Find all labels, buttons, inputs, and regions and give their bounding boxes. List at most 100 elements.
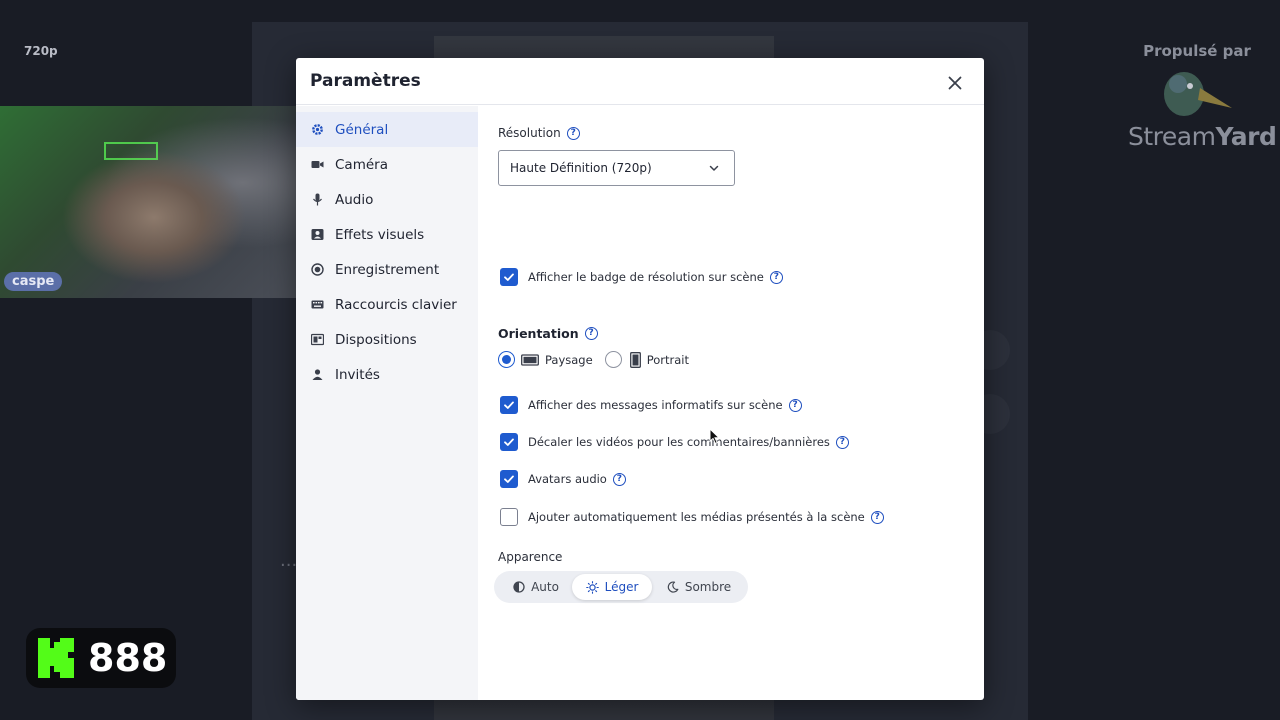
help-icon[interactable]: ? [584, 327, 598, 340]
nav-label: Général [335, 121, 389, 138]
appearance-light-button[interactable]: Léger [572, 574, 652, 600]
checkbox-label: Décaler les vidéos pour les commentaires… [528, 435, 849, 449]
camera-name-tag: caspe [4, 272, 63, 291]
nav-item-visual-effects[interactable]: Effets visuels [296, 217, 478, 252]
microphone-icon [311, 193, 324, 206]
gear-icon [311, 123, 324, 136]
nav-item-general[interactable]: Général [296, 112, 478, 147]
brand-name: StreamYard [1128, 122, 1277, 151]
camera-tile: caspe [0, 106, 296, 298]
auto-add-media-checkbox[interactable]: Ajouter automatiquement les médias prése… [500, 508, 884, 526]
nav-label: Audio [335, 191, 374, 208]
person-icon [311, 368, 324, 381]
portrait-label: Portrait [646, 352, 689, 367]
nav-item-camera[interactable]: Caméra [296, 147, 478, 182]
orientation-title: Orientation ? [498, 326, 598, 341]
checkbox-label: Afficher des messages informatifs sur sc… [528, 398, 802, 412]
radio-landscape[interactable] [498, 351, 515, 368]
landscape-icon [521, 353, 539, 366]
checkbox-label-text: Avatars audio [528, 472, 607, 486]
appearance-dark-button[interactable]: Sombre [654, 574, 744, 600]
appearance-toggle: Auto Léger Sombre [494, 571, 748, 603]
checkmark-icon [504, 401, 514, 409]
portrait-orientation-icon [629, 351, 641, 368]
appearance-dark-label: Sombre [684, 580, 732, 594]
layout-icon [311, 333, 324, 346]
checkbox-label-text: Décaler les vidéos pour les commentaires… [528, 435, 830, 449]
checkbox-label: Ajouter automatiquement les médias prése… [528, 510, 884, 524]
help-icon[interactable]: ? [769, 270, 783, 284]
mouse-cursor-icon [709, 428, 721, 445]
settings-dialog: Paramètres Général Caméra Audio Effets v… [296, 58, 984, 700]
nav-item-keyboard-shortcuts[interactable]: Raccourcis clavier [296, 287, 478, 322]
close-icon [948, 76, 962, 90]
more-options-icon: ··· [280, 555, 298, 576]
appearance-light-label: Léger [604, 580, 639, 594]
settings-content: Résolution ? Haute Définition (720p) Aff… [478, 106, 984, 700]
resolution-select[interactable]: Haute Définition (720p) [498, 150, 735, 186]
checkbox-label: Afficher le badge de résolution sur scèn… [528, 270, 783, 284]
dialog-header: Paramètres [296, 58, 984, 105]
checkbox-checked[interactable] [500, 396, 518, 414]
help-icon[interactable]: ? [612, 472, 626, 486]
neon-sign [104, 142, 158, 160]
kick-logo-icon [38, 638, 74, 678]
checkmark-icon [504, 273, 514, 281]
moon-icon [667, 581, 679, 593]
checkbox-checked[interactable] [500, 268, 518, 286]
resolution-label-text: Résolution [498, 126, 561, 140]
checkbox-label-text: Afficher le badge de résolution sur scèn… [528, 270, 764, 284]
checkbox-unchecked[interactable] [500, 508, 518, 526]
help-icon[interactable]: ? [835, 435, 849, 449]
nav-label: Enregistrement [335, 261, 440, 278]
landscape-label: Paysage [545, 352, 593, 367]
contrast-icon [513, 581, 525, 593]
appearance-auto-button[interactable]: Auto [500, 574, 572, 600]
keyboard-icon [311, 298, 324, 311]
help-icon[interactable]: ? [870, 510, 884, 524]
resolution-badge: 720p [24, 44, 58, 58]
checkbox-checked[interactable] [500, 433, 518, 451]
checkbox-label: Avatars audio ? [528, 472, 626, 486]
nav-label: Caméra [335, 156, 388, 173]
brand-name-regular: Stream [1128, 122, 1216, 151]
appearance-auto-label: Auto [531, 580, 559, 594]
help-icon[interactable]: ? [566, 126, 580, 140]
checkbox-checked[interactable] [500, 470, 518, 488]
viewer-count: 888 [88, 636, 168, 680]
radio-portrait[interactable] [604, 351, 622, 368]
help-icon[interactable]: ? [788, 398, 802, 412]
nav-item-layouts[interactable]: Dispositions [296, 322, 478, 357]
camera-icon [311, 158, 324, 171]
record-icon [311, 263, 324, 276]
settings-sidebar: Général Caméra Audio Effets visuels Enre… [296, 106, 478, 700]
resolution-select-value: Haute Définition (720p) [510, 161, 652, 175]
streamyard-logo-icon [1164, 72, 1232, 116]
orientation-title-text: Orientation [498, 326, 579, 341]
checkbox-label-text: Afficher des messages informatifs sur sc… [528, 398, 783, 412]
nav-label: Effets visuels [335, 226, 425, 243]
resolution-label: Résolution ? [498, 126, 580, 140]
appearance-label: Apparence [498, 550, 563, 564]
sun-icon [585, 580, 599, 594]
nav-label: Invités [335, 366, 380, 383]
info-messages-checkbox[interactable]: Afficher des messages informatifs sur sc… [500, 396, 802, 414]
nav-label: Dispositions [335, 331, 417, 348]
close-button[interactable] [942, 70, 968, 96]
nav-label: Raccourcis clavier [335, 296, 457, 313]
shift-videos-checkbox[interactable]: Décaler les vidéos pour les commentaires… [500, 433, 849, 451]
powered-by-label: Propulsé par [1143, 42, 1251, 60]
checkmark-icon [504, 475, 514, 483]
brand-name-bold: Yard [1215, 122, 1277, 151]
nav-item-guests[interactable]: Invités [296, 357, 478, 392]
nav-item-recording[interactable]: Enregistrement [296, 252, 478, 287]
checkmark-icon [504, 438, 514, 446]
portrait-icon [311, 228, 324, 241]
checkbox-label-text: Ajouter automatiquement les médias prése… [528, 510, 865, 524]
kick-viewer-badge: 888 [26, 628, 176, 688]
show-resolution-badge-checkbox[interactable]: Afficher le badge de résolution sur scèn… [500, 268, 783, 286]
audio-avatars-checkbox[interactable]: Avatars audio ? [500, 470, 626, 488]
dialog-title: Paramètres [310, 71, 421, 91]
nav-item-audio[interactable]: Audio [296, 182, 478, 217]
chevron-down-icon [709, 165, 719, 171]
